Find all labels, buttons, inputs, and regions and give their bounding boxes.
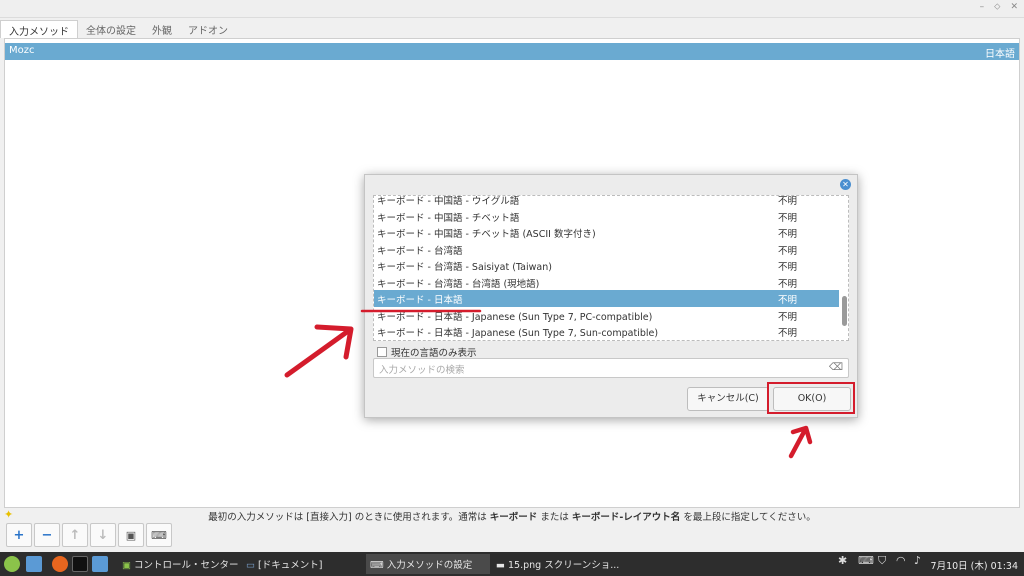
folder-icon: ▭ — [246, 560, 255, 571]
keyboard-layout-icon[interactable]: ⌨ — [858, 554, 874, 567]
shield-icon[interactable]: ⛉ — [878, 554, 886, 568]
keyboard-icon[interactable]: ⌨ — [146, 523, 172, 547]
item-name: キーボード - 日本語 — [377, 295, 463, 306]
input-method-list-item[interactable]: キーボード - 日本語 - Japanese (Sun Type 7, PC-c… — [374, 307, 839, 324]
item-status: 不明 — [778, 229, 798, 240]
item-status: 不明 — [778, 278, 798, 290]
checkbox-label: 現在の言語のみ表示 — [391, 348, 477, 359]
input-method-list-item[interactable]: キーボード - 台湾語 - 台湾語 (現地語) 不明 — [374, 274, 839, 291]
search-placeholder: 入力メソッドの検索 — [379, 365, 465, 376]
image-icon: ▬ — [496, 560, 505, 571]
tab-global-settings[interactable]: 全体の設定 — [78, 20, 144, 38]
tab-input-method[interactable]: 入力メソッド — [0, 20, 78, 38]
input-method-language: 日本語 — [985, 49, 1015, 60]
input-method-list-item[interactable]: キーボード - 日本語 - Japanese (Sun Type 7, Sun-… — [374, 323, 839, 340]
tab-addons[interactable]: アドオン — [180, 20, 236, 38]
volume-icon[interactable]: ♪ — [914, 554, 921, 567]
move-up-icon[interactable]: ↑ — [62, 523, 88, 547]
task-label: [ドキュメント] — [258, 560, 323, 571]
tab-bar: 入力メソッド 全体の設定 外観 アドオン — [0, 20, 236, 38]
input-method-list-item[interactable]: キーボード - 中国語 - ウイグル語 不明 — [374, 196, 839, 208]
terminal-icon[interactable] — [72, 556, 88, 572]
current-language-only-checkbox[interactable]: 現在の言語のみ表示 — [377, 345, 477, 359]
item-name: キーボード - 台湾語 - 台湾語 (現地語) — [377, 278, 540, 290]
input-method-list-item[interactable]: キーボード - 日本語 不明 — [374, 290, 839, 307]
maximize-icon[interactable]: ⬦ — [994, 2, 1000, 12]
item-name: キーボード - 台湾語 - Saisiyat (Taiwan) — [377, 262, 552, 273]
add-icon[interactable]: + — [6, 523, 32, 547]
input-method-list-item[interactable]: キーボード - 中国語 - チベット語 不明 — [374, 208, 839, 225]
item-name: キーボード - 中国語 - チベット語 — [377, 212, 520, 224]
close-icon[interactable]: ✕ — [840, 179, 851, 190]
taskbar: ▣ コントロール・センター ▭ [ドキュメント] ⌨ 入力メソッドの設定 ▬ 1… — [0, 552, 1024, 576]
remove-icon[interactable]: − — [34, 523, 60, 547]
cancel-button[interactable]: キャンセル(C) — [687, 387, 769, 411]
show-desktop-icon[interactable] — [26, 556, 42, 572]
search-input[interactable]: 入力メソッドの検索 ⌫ — [373, 358, 849, 378]
item-name: キーボード - 中国語 - チベット語 (ASCII 数字付き) — [377, 229, 596, 240]
tab-appearance[interactable]: 外観 — [144, 20, 180, 38]
item-status: 不明 — [778, 328, 798, 339]
task-screenshot[interactable]: ▬ 15.png スクリーンショ... — [492, 554, 623, 574]
clock[interactable]: 7月10日 (木) 01:34 — [931, 558, 1018, 572]
clear-icon[interactable]: ⌫ — [829, 362, 843, 373]
item-status: 不明 — [778, 212, 798, 224]
task-documents[interactable]: ▭ [ドキュメント] — [242, 554, 326, 574]
checkbox-icon[interactable] — [377, 347, 387, 357]
input-method-list-item[interactable]: キーボード - 台湾語 不明 — [374, 241, 839, 258]
add-input-method-dialog: ✕ キーボード - 日本語 - Japanese (Sun Type 7, Su… — [364, 174, 858, 418]
annotation-highlight-box — [767, 382, 855, 414]
firefox-icon[interactable] — [52, 556, 68, 572]
item-status: 不明 — [778, 295, 798, 306]
item-status: 不明 — [778, 196, 798, 207]
task-control-center[interactable]: ▣ コントロール・センター — [118, 554, 243, 574]
item-status: 不明 — [778, 245, 798, 257]
task-label: 入力メソッドの設定 — [386, 560, 473, 571]
input-method-list-item[interactable]: キーボード - 中国語 - チベット語 (ASCII 数字付き) 不明 — [374, 224, 839, 241]
minimize-icon[interactable]: – — [980, 2, 985, 12]
menu-icon[interactable] — [4, 556, 20, 572]
close-icon[interactable]: ✕ — [1010, 2, 1018, 12]
item-name: キーボード - 日本語 - Japanese (Sun Type 7, Sun-… — [377, 328, 659, 339]
move-down-icon[interactable]: ↓ — [90, 523, 116, 547]
keyboard-icon: ⌨ — [370, 560, 384, 571]
item-status: 不明 — [778, 262, 798, 273]
wifi-icon[interactable]: ◠ — [896, 554, 906, 567]
available-input-methods-list: キーボード - 日本語 - Japanese (Sun Type 7, Sun-… — [373, 195, 849, 341]
item-name: キーボード - 中国語 - ウイグル語 — [377, 196, 520, 207]
help-text: 最初の入力メソッドは [直接入力] のときに使用されます。通常は キーボード ま… — [208, 512, 816, 523]
task-label: コントロール・センター — [134, 560, 239, 571]
task-input-method-settings[interactable]: ⌨ 入力メソッドの設定 — [366, 554, 490, 574]
item-name: キーボード - 日本語 - Japanese (Sun Type 7, PC-c… — [377, 311, 653, 323]
scrollbar[interactable] — [842, 296, 847, 326]
task-label: 15.png スクリーンショ... — [508, 560, 620, 571]
files-icon[interactable] — [92, 556, 108, 572]
configure-icon[interactable]: ▣ — [118, 523, 144, 547]
bluetooth-icon[interactable]: ✱ — [838, 554, 847, 567]
im-toolbar: + − ↑ ↓ ▣ ⌨ — [6, 523, 172, 547]
input-method-name: Mozc — [9, 45, 35, 56]
item-status: 不明 — [778, 311, 798, 323]
input-method-row-mozc[interactable]: Mozc 日本語 — [5, 43, 1019, 60]
item-name: キーボード - 台湾語 — [377, 245, 463, 257]
input-method-list-item[interactable]: キーボード - 台湾語 - Saisiyat (Taiwan) 不明 — [374, 257, 839, 274]
title-bar: – ⬦ ✕ — [0, 0, 1024, 18]
control-center-icon: ▣ — [122, 560, 131, 571]
